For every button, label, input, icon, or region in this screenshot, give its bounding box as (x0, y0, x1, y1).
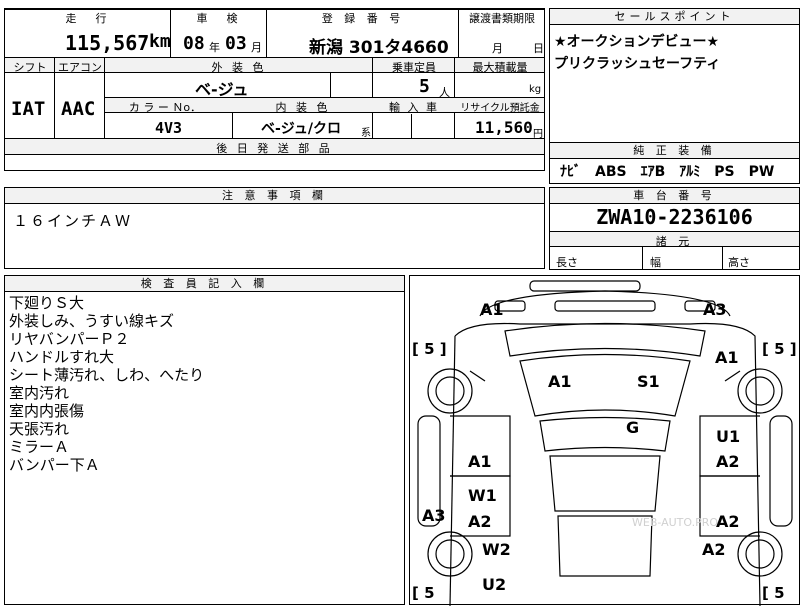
length-label: 長さ (556, 256, 578, 269)
equipment-panel: 純 正 装 備 ﾅﾋﾞ ABS ｴｱB ｱﾙﾐ PS PW (549, 142, 800, 184)
damage-mark: G (626, 418, 640, 437)
dimensions-header: 諸 元 (655, 235, 694, 248)
damage-mark: A1 (548, 372, 572, 391)
sales-point-2: プリクラッシュセーフティ (554, 56, 721, 72)
inspector-line: 室内内張傷 (9, 402, 85, 420)
inspection-year-unit: 年 (209, 41, 220, 54)
capacity-header: 乗車定員 (392, 61, 436, 74)
width-label: 幅 (650, 256, 661, 269)
inspector-line: 外装しみ、うすい線キズ (9, 312, 175, 330)
sales-point-header: セールスポイント (550, 9, 799, 25)
damage-mark: A2 (716, 452, 740, 471)
transfer-deadline-header: 譲渡書類期限 (469, 12, 535, 25)
color-no-header: カ ラ ー Ｎo． (128, 101, 202, 114)
inspector-header: 検 査 員 記 入 欄 (5, 276, 404, 292)
inspector-line: 室内汚れ (9, 384, 70, 402)
inspector-line: シート薄汚れ、しわ、へたり (9, 366, 205, 384)
equipment-items: ﾅﾋﾞ ABS ｴｱB ｱﾙﾐ PS PW (560, 164, 775, 180)
inspector-line: 下廻りＳ大 (9, 294, 85, 312)
notes-header: 注 意 事 項 欄 (5, 188, 544, 204)
recycle-header: リサイクル預託金 (460, 103, 540, 114)
mileage-value: 115,567 (65, 31, 150, 55)
damage-mark: A2 (702, 540, 726, 559)
inspection-header: 車 検 (196, 12, 242, 25)
damage-mark: A2 (468, 512, 492, 531)
inspection-month: 03 (225, 33, 247, 54)
sales-point-1: ★オークションデビュー★ (554, 34, 720, 50)
inspector-line: ミラーＡ (9, 438, 70, 456)
capacity-value: 5 (419, 76, 430, 97)
load-unit: kg (529, 84, 542, 95)
chassis-number: ZWA10-2236106 (596, 205, 753, 229)
damage-mark: W1 (468, 486, 497, 505)
interior-value: ベ-ジュ/クロ (261, 121, 341, 137)
ac-header: エアコン (58, 61, 102, 74)
interior-header: 内 装 色 (275, 101, 331, 114)
damage-mark: W2 (482, 540, 511, 559)
notes-panel: 注 意 事 項 欄 １６インチＡＷ (4, 187, 545, 269)
chassis-panel: 車 台 番 号 ZWA10-2236106 諸 元 長さ 幅 高さ (549, 187, 800, 270)
transfer-month-label: 月 (492, 42, 503, 55)
registration-number: 新潟 301タ4660 (309, 38, 449, 58)
recycle-value: 11,560 (475, 118, 533, 137)
chassis-header: 車 台 番 号 (550, 188, 799, 204)
damage-mark: U1 (716, 427, 741, 446)
sales-point-panel: セールスポイント ★オークションデビュー★ プリクラッシュセーフティ (549, 8, 800, 143)
car-damage-diagram: [ 5 ] [ 5 ] [ 5 [ 5 A1 A3 A1 A1 S1 G U1 … (409, 275, 800, 606)
registration-header: 登 録 番 号 (321, 12, 405, 25)
tire-right-rear: [ 5 (762, 584, 785, 602)
load-header: 最大積載量 (472, 61, 528, 74)
damage-mark: S1 (637, 372, 660, 391)
inspector-line: バンパー下Ａ (9, 456, 100, 474)
top-info-table: 走 行 車 検 登 録 番 号 譲渡書類期限 115,567 km 08 年 0… (4, 8, 545, 58)
equipment-header: 純 正 装 備 (550, 143, 799, 159)
damage-mark: A1 (480, 300, 504, 319)
color-no-value: 4V3 (155, 119, 183, 137)
damage-mark: A3 (703, 300, 727, 319)
watermark: WEB-AUTO.PRO (632, 516, 719, 529)
ac-value: AAC (61, 98, 96, 120)
import-header: 輸 入 車 (389, 101, 439, 114)
spec-table: シフト エアコン 外 装 色 乗車定員 最大積載量 IAT AAC ベ-ジュ 5… (4, 58, 545, 155)
ext-color-header: 外 装 色 (211, 61, 267, 74)
inspection-year: 08 (183, 33, 205, 54)
damage-mark: U2 (482, 575, 507, 594)
tire-left-rear: [ 5 (412, 584, 435, 602)
height-label: 高さ (728, 256, 750, 269)
tire-left-front: [ 5 ] (412, 340, 447, 358)
shift-header: シフト (13, 61, 47, 74)
interior-suffix: 系 (361, 128, 371, 139)
damage-mark: A2 (716, 512, 740, 531)
inspector-panel: 検 査 員 記 入 欄 下廻りＳ大 外装しみ、うすい線キズ リヤバンパーＰ２ ハ… (4, 275, 405, 605)
mileage-unit: km (149, 31, 171, 52)
tire-right-front: [ 5 ] (762, 340, 797, 358)
notes-text: １６インチＡＷ (13, 212, 133, 230)
damage-mark: A1 (468, 452, 492, 471)
damage-mark: A3 (422, 506, 446, 525)
shift-value: IAT (11, 98, 46, 120)
inspector-line: リヤバンパーＰ２ (9, 330, 130, 348)
inspector-line: ハンドルすれ大 (9, 348, 115, 366)
transfer-day-label: 日 (533, 42, 544, 55)
inspection-month-unit: 月 (251, 41, 262, 54)
mileage-header: 走 行 (65, 12, 111, 25)
damage-mark: A1 (715, 348, 739, 367)
inspector-line: 天張汚れ (9, 420, 70, 438)
later-parts-header: 後 日 発 送 部 品 (216, 142, 333, 155)
car-outline-icon (417, 280, 793, 606)
